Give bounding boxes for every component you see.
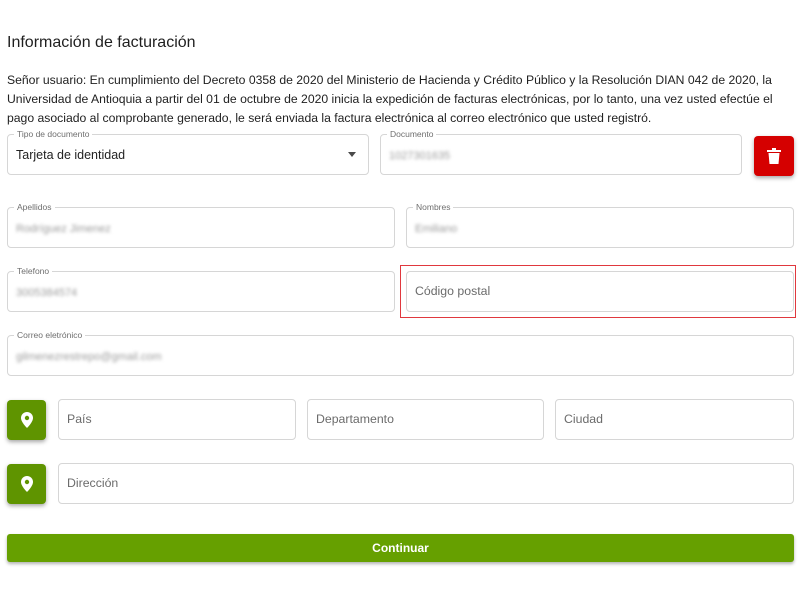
email-label: Correo eletrónico [14, 329, 86, 341]
department-input[interactable]: Departamento [307, 399, 544, 440]
city-placeholder: Ciudad [564, 412, 603, 426]
email-value: gilmenezrestrepo@gmail.com [16, 351, 162, 363]
billing-notice: Señor usuario: En cumplimiento del Decre… [7, 73, 773, 125]
department-placeholder: Departamento [316, 412, 394, 426]
last-name-field[interactable]: Apellidos Rodríguez Jimenez [7, 201, 395, 248]
first-name-label: Nombres [413, 201, 454, 213]
first-name-value: Emiliano [415, 223, 458, 235]
address-placeholder: Dirección [67, 476, 119, 490]
address-location-button[interactable] [7, 464, 46, 504]
last-name-value: Rodríguez Jimenez [16, 223, 111, 235]
document-type-select[interactable]: Tipo de documento Tarjeta de identidad [7, 128, 369, 175]
trash-icon [767, 148, 781, 164]
phone-label: Telefono [14, 265, 53, 277]
phone-field[interactable]: Telefono 3005384574 [7, 265, 395, 312]
document-type-label: Tipo de documento [14, 128, 93, 140]
location-pin-icon [20, 476, 33, 492]
first-name-field[interactable]: Nombres Emiliano [406, 201, 794, 248]
postal-code-placeholder: Código postal [415, 284, 491, 298]
address-input[interactable]: Dirección [58, 463, 794, 504]
document-number-value: 1027301635 [389, 150, 451, 162]
location-pin-icon [20, 412, 33, 428]
postal-code-input[interactable]: Código postal [406, 271, 794, 312]
last-name-label: Apellidos [14, 201, 55, 213]
email-field[interactable]: Correo eletrónico gilmenezrestrepo@gmail… [7, 329, 794, 376]
dropdown-arrow-icon[interactable] [348, 152, 356, 157]
continue-button[interactable]: Continuar [7, 534, 794, 562]
document-number-field[interactable]: Documento 1027301635 [380, 128, 742, 175]
country-input[interactable]: País [58, 399, 296, 440]
document-number-label: Documento [387, 128, 437, 140]
location-button[interactable] [7, 400, 46, 440]
delete-button[interactable] [754, 136, 794, 176]
country-placeholder: País [67, 412, 92, 426]
phone-value: 3005384574 [16, 287, 78, 299]
city-input[interactable]: Ciudad [555, 399, 794, 440]
page-title: Información de facturación [7, 34, 196, 51]
document-type-value: Tarjeta de identidad [16, 148, 126, 162]
